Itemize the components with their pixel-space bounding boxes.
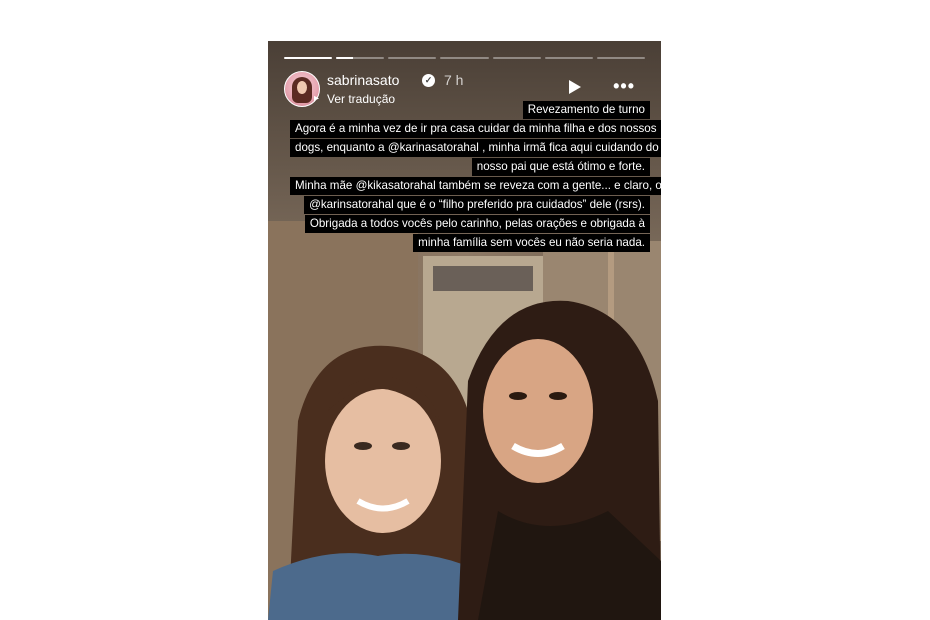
caption-line: minha família sem vocês eu não seria nad… — [290, 233, 650, 252]
caption-line: Obrigada a todos vocês pelo carinho, pel… — [290, 214, 650, 233]
story-viewer[interactable]: sabrinasato ✓ 7 h ▸ Ver tradução ••• Rev… — [268, 41, 661, 620]
progress-segment — [440, 57, 489, 59]
story-progress-bar — [284, 57, 645, 59]
verified-badge-icon: ✓ — [422, 74, 435, 87]
caption-line: nosso pai que está ótimo e forte. — [290, 157, 650, 176]
story-caption: Revezamento de turno Agora é a minha vez… — [290, 100, 661, 252]
caption-line: Revezamento de turno — [290, 100, 650, 119]
progress-segment — [284, 57, 333, 59]
progress-segment — [336, 57, 385, 59]
progress-segment — [492, 57, 541, 59]
progress-segment — [388, 57, 437, 59]
caption-line: Agora é a minha vez de ir pra casa cuida… — [290, 119, 661, 138]
progress-segment — [544, 57, 593, 59]
progress-segment — [596, 57, 645, 59]
caption-line: @karinsatorahal que é o “filho preferido… — [290, 195, 650, 214]
more-options-icon[interactable]: ••• — [613, 76, 635, 97]
play-icon[interactable] — [569, 80, 581, 94]
caption-line: Minha mãe @kikasatorahal também se revez… — [290, 176, 661, 195]
post-time: 7 h — [444, 72, 464, 88]
caption-line: dogs, enquanto a @karinasatorahal , minh… — [290, 138, 661, 157]
username[interactable]: sabrinasato — [327, 72, 399, 88]
